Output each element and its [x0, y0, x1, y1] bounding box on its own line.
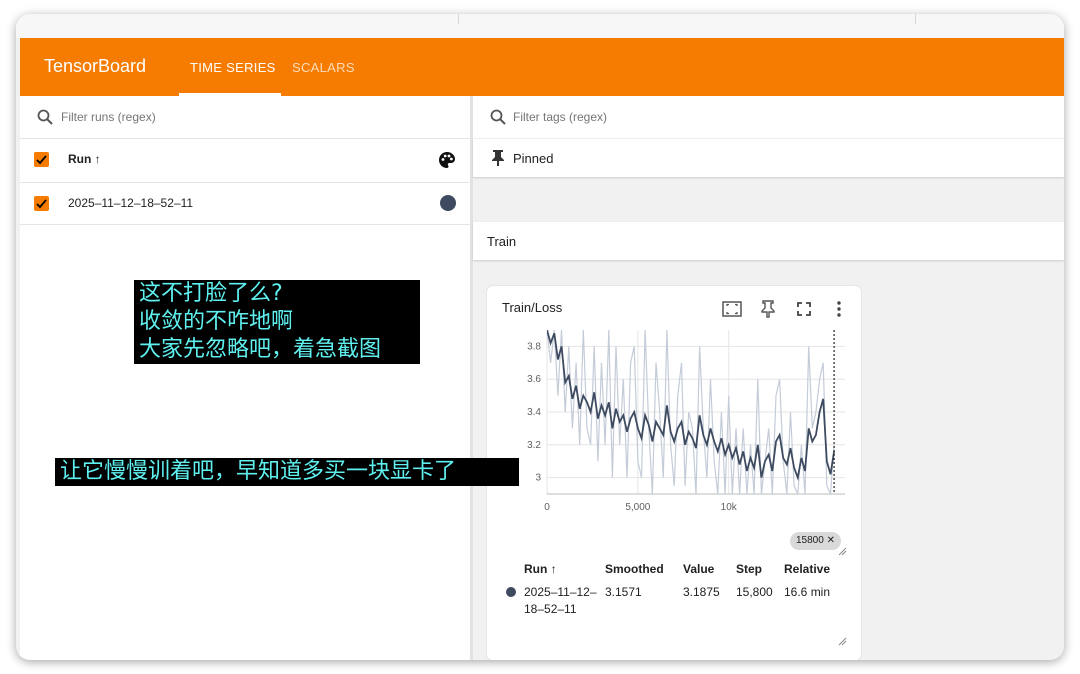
table-header-relative[interactable]: Relative: [784, 562, 830, 576]
close-icon[interactable]: ✕: [827, 535, 835, 546]
table-cell-value: 3.1875: [683, 585, 720, 599]
resize-handle-icon[interactable]: [837, 546, 847, 556]
browser-top-strip: [16, 14, 1064, 38]
y-tick-label: 3.4: [527, 407, 541, 418]
table-cell-run: 2025–11–12–: [524, 585, 597, 599]
group-label: Train: [487, 234, 517, 249]
divider: [20, 224, 470, 225]
divider: [20, 138, 470, 139]
train-group-header[interactable]: Train: [473, 222, 1064, 260]
table-header-value[interactable]: Value: [683, 562, 714, 576]
table-header-run[interactable]: Run ↑: [524, 562, 557, 576]
select-all-checkbox[interactable]: [34, 152, 49, 167]
table-cell-step: 15,800: [736, 585, 773, 599]
table-cell-run-cont: 18–52–11: [524, 602, 577, 616]
caption-line: 收敛的不咋地啊: [139, 309, 294, 334]
top-app-bar: TensorBoard TIME SERIES SCALARS: [20, 38, 1064, 96]
y-tick-label: 3.2: [527, 440, 541, 451]
card-title: Train/Loss: [502, 300, 563, 315]
smoothed-loss-line: [547, 330, 835, 481]
x-tick-label: 5,000: [625, 502, 650, 513]
filter-runs-input[interactable]: Filter runs (regex): [61, 110, 156, 124]
fit-domain-icon[interactable]: [721, 298, 743, 320]
tab-time-series[interactable]: TIME SERIES: [190, 60, 276, 75]
table-cell-smoothed: 3.1571: [605, 585, 642, 599]
step-selector-chip[interactable]: 15800 ✕: [790, 532, 841, 550]
loss-chart[interactable]: 3 3.2 3.4 3.6 3.8 0 5,000 10k: [487, 322, 861, 522]
app-window: TensorBoard TIME SERIES SCALARS Filter r…: [16, 14, 1064, 660]
fullscreen-icon[interactable]: [793, 298, 815, 320]
strip-divider: [458, 14, 459, 24]
table-header-smoothed[interactable]: Smoothed: [605, 562, 664, 576]
check-icon: [36, 199, 47, 209]
more-options-icon[interactable]: [828, 298, 850, 320]
filter-tags-input[interactable]: Filter tags (regex): [513, 110, 607, 124]
strip-divider: [915, 14, 916, 24]
run-color-dot: [506, 587, 516, 597]
resize-handle-icon[interactable]: [837, 636, 847, 646]
caption-overlay-top: 这不打脸了么? 收敛的不咋地啊 大家先忽略吧，着急截图: [134, 280, 420, 364]
app-title: TensorBoard: [44, 56, 147, 76]
scalar-card: Train/Loss 3 3.2 3.4 3.6 3.8 0 5,000 10k 15800 …: [487, 286, 861, 660]
y-tick-label: 3.6: [527, 374, 541, 385]
table-header-step[interactable]: Step: [736, 562, 762, 576]
pinned-section-header: Pinned: [473, 139, 1064, 177]
palette-icon[interactable]: [438, 151, 456, 169]
run-column-header[interactable]: Run ↑: [68, 152, 101, 166]
pin-icon: [492, 150, 504, 166]
search-icon: [490, 109, 506, 125]
run-color-swatch[interactable]: [440, 195, 456, 211]
y-tick-label: 3: [535, 473, 541, 484]
pinned-label: Pinned: [513, 151, 554, 166]
time-series-main: Filter tags (regex) Pinned Train Train/L…: [473, 96, 1064, 660]
step-chip-label: 15800: [796, 535, 824, 546]
x-tick-label: 0: [544, 502, 550, 513]
x-tick-label: 10k: [721, 502, 738, 513]
y-tick-label: 3.8: [527, 341, 541, 352]
runs-panel: Filter runs (regex) Run ↑ 2025–11–12–18–…: [20, 96, 470, 660]
caption-overlay-bottom: 让它慢慢训着吧，早知道多买一块显卡了: [55, 458, 519, 486]
search-icon: [37, 109, 53, 125]
run-checkbox[interactable]: [34, 196, 49, 211]
caption-line: 这不打脸了么?: [139, 281, 283, 306]
divider: [20, 182, 470, 183]
table-cell-relative: 16.6 min: [784, 585, 831, 599]
tab-scalars[interactable]: SCALARS: [292, 60, 355, 75]
filter-tags-bar: Filter tags (regex): [473, 96, 1064, 138]
pin-icon[interactable]: [757, 298, 779, 320]
run-name[interactable]: 2025–11–12–18–52–11: [68, 196, 193, 210]
caption-line: 让它慢慢训着吧，早知道多买一块显卡了: [60, 459, 457, 484]
caption-line: 大家先忽略吧，着急截图: [139, 337, 382, 362]
check-icon: [36, 155, 47, 165]
